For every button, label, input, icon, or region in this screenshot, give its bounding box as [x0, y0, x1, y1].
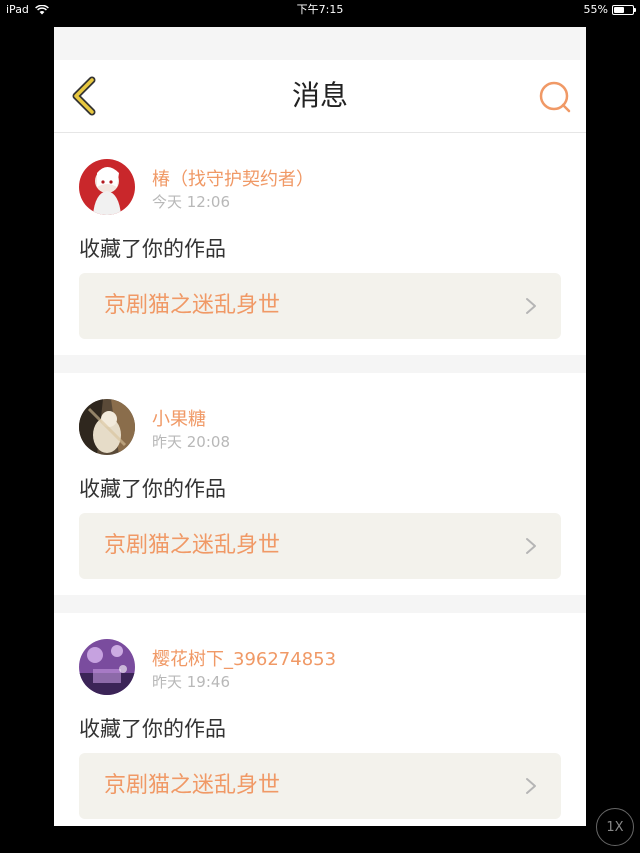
- username[interactable]: 小果糖: [152, 405, 206, 431]
- action-text: 收藏了你的作品: [79, 237, 226, 261]
- username[interactable]: 椿（找守护契约者）: [152, 165, 314, 191]
- page-title: 消息: [291, 79, 348, 112]
- timestamp: 昨天 19:46: [152, 673, 230, 691]
- battery-fill: [614, 7, 624, 13]
- zoom-button[interactable]: 1X: [596, 808, 634, 846]
- username[interactable]: 樱花树下_396274853: [152, 645, 336, 671]
- back-button[interactable]: [68, 76, 104, 116]
- avatar[interactable]: [79, 399, 135, 455]
- status-bar: iPad 下午7:15 55%: [0, 0, 640, 20]
- work-title: 京剧猫之迷乱身世: [104, 533, 281, 558]
- nav-bar: 消息: [54, 60, 586, 133]
- work-title: 京剧猫之迷乱身世: [104, 293, 281, 318]
- message-card: 樱花树下_396274853 昨天 19:46 收藏了你的作品 京剧猫之迷乱身世: [54, 613, 586, 826]
- work-link[interactable]: 京剧猫之迷乱身世: [79, 513, 561, 579]
- action-text: 收藏了你的作品: [79, 717, 226, 741]
- message-card: 小果糖 昨天 20:08 收藏了你的作品 京剧猫之迷乱身世: [54, 373, 586, 595]
- search-button[interactable]: [538, 80, 572, 114]
- action-text: 收藏了你的作品: [79, 477, 226, 501]
- avatar[interactable]: [79, 639, 135, 695]
- app-frame: 消息 椿（找守护契约者） 今天 12:06 收藏了你的作品 京剧猫之迷乱身世 小…: [54, 27, 586, 826]
- work-link[interactable]: 京剧猫之迷乱身世: [79, 273, 561, 339]
- timestamp: 昨天 20:08: [152, 433, 230, 451]
- chevron-right-icon: [526, 538, 536, 554]
- chevron-right-icon: [526, 778, 536, 794]
- message-card: 椿（找守护契约者） 今天 12:06 收藏了你的作品 京剧猫之迷乱身世: [54, 133, 586, 355]
- search-icon: [539, 81, 571, 113]
- avatar-image: [79, 639, 135, 695]
- status-time: 下午7:15: [296, 3, 344, 16]
- status-right: 55%: [583, 0, 636, 20]
- work-title: 京剧猫之迷乱身世: [104, 773, 281, 798]
- battery-percent: 55%: [583, 3, 608, 16]
- work-link[interactable]: 京剧猫之迷乱身世: [79, 753, 561, 819]
- chevron-left-icon: [72, 76, 96, 116]
- avatar-image: [79, 159, 135, 215]
- timestamp: 今天 12:06: [152, 193, 230, 211]
- chevron-right-icon: [526, 298, 536, 314]
- avatar[interactable]: [79, 159, 135, 215]
- avatar-image: [79, 399, 135, 455]
- battery-icon: [612, 5, 636, 15]
